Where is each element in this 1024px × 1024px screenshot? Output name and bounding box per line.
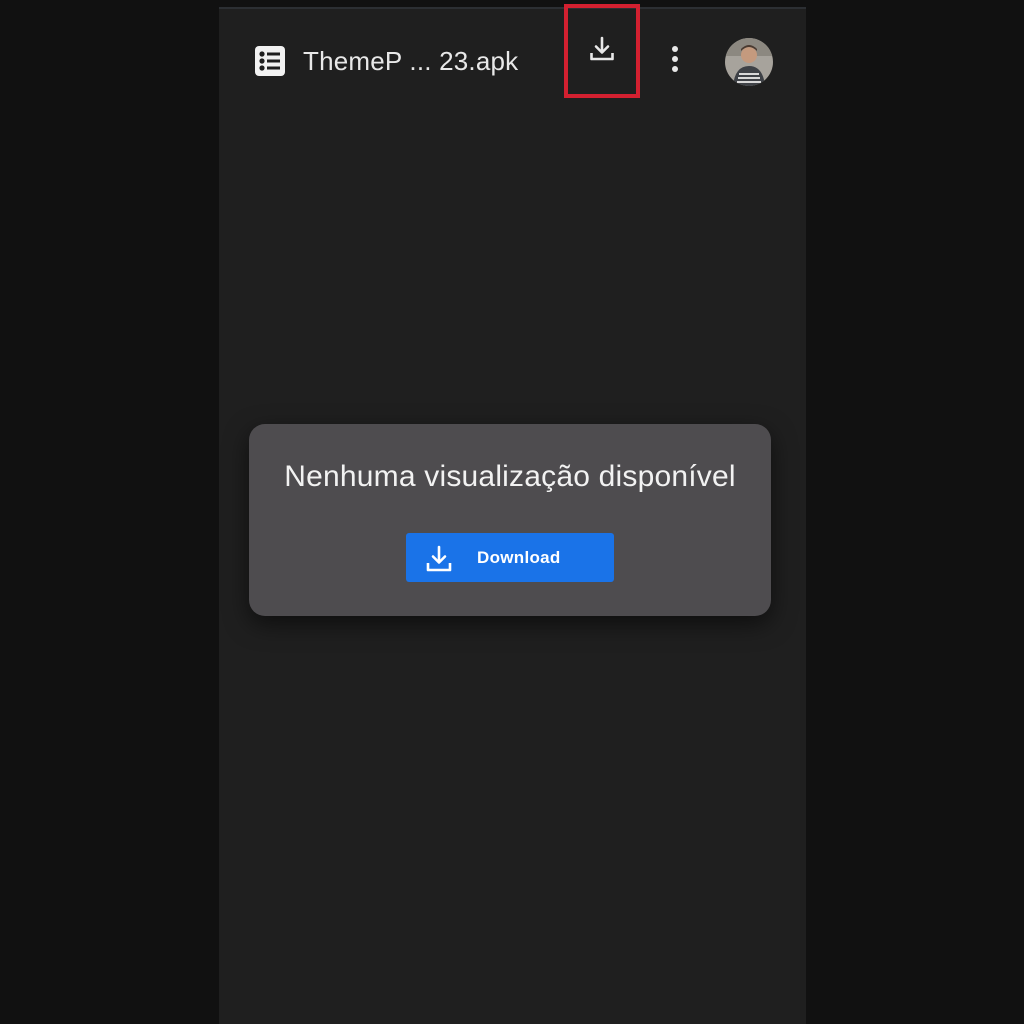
list-document-icon	[254, 45, 286, 77]
top-app-bar: ThemeP ... 23.apk	[219, 4, 806, 109]
no-preview-dialog: Nenhuma visualização disponível Download	[249, 424, 771, 616]
file-title: ThemeP ... 23.apk	[303, 46, 519, 76]
download-button[interactable]	[564, 4, 640, 98]
download-button-label: Download	[477, 548, 561, 567]
download-file-button[interactable]: Download	[406, 533, 614, 582]
more-vertical-icon	[670, 44, 680, 79]
drive-viewer: ThemeP ... 23.apk Nenhuma visualização d…	[219, 4, 806, 1024]
avatar[interactable]	[725, 38, 773, 86]
download-icon	[424, 544, 454, 574]
download-icon	[587, 34, 617, 69]
no-preview-message: Nenhuma visualização disponível	[284, 460, 736, 493]
more-options-button[interactable]	[661, 43, 689, 79]
